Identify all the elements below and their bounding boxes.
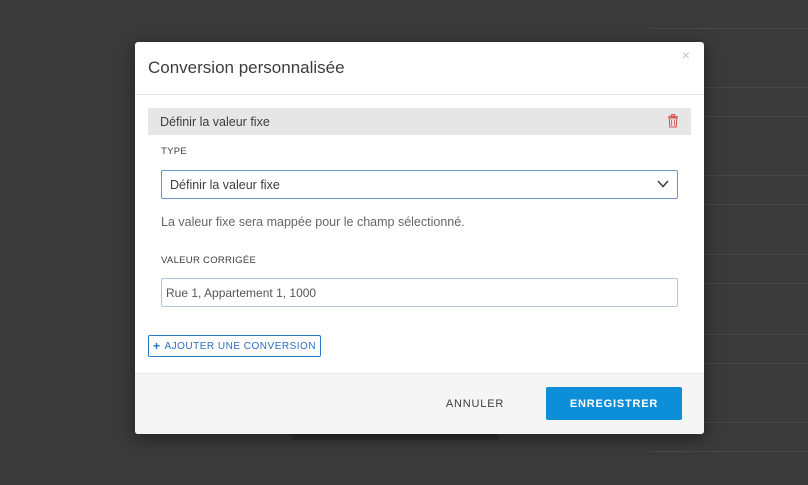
type-select-value: Définir la valeur fixe [170, 178, 280, 192]
conversion-section-title: Définir la valeur fixe [160, 115, 270, 129]
plus-icon: + [152, 339, 161, 353]
background-divider [650, 28, 808, 29]
corrected-value-label: VALEUR CORRIGÉE [161, 255, 257, 266]
trash-icon[interactable] [667, 114, 679, 128]
chevron-down-icon [657, 180, 669, 188]
save-button[interactable]: ENREGISTRER [546, 387, 682, 420]
custom-conversion-dialog: Conversion personnalisée × Définir la va… [135, 42, 704, 434]
add-conversion-button[interactable]: + AJOUTER UNE CONVERSION [148, 335, 321, 357]
type-help-text: La valeur fixe sera mappée pour le champ… [161, 215, 465, 229]
background-divider [650, 451, 808, 452]
background-block [292, 434, 498, 440]
dialog-title: Conversion personnalisée [148, 58, 345, 77]
conversion-section-header: Définir la valeur fixe [148, 108, 691, 135]
dialog-footer: ANNULER ENREGISTRER [135, 373, 704, 434]
add-conversion-label: AJOUTER UNE CONVERSION [164, 340, 317, 352]
type-select[interactable]: Définir la valeur fixe [161, 170, 678, 199]
cancel-button[interactable]: ANNULER [433, 388, 517, 420]
close-icon[interactable]: × [679, 48, 693, 62]
corrected-value-input[interactable] [161, 278, 678, 307]
dialog-header: Conversion personnalisée × [135, 42, 704, 95]
type-label: TYPE [161, 146, 188, 157]
